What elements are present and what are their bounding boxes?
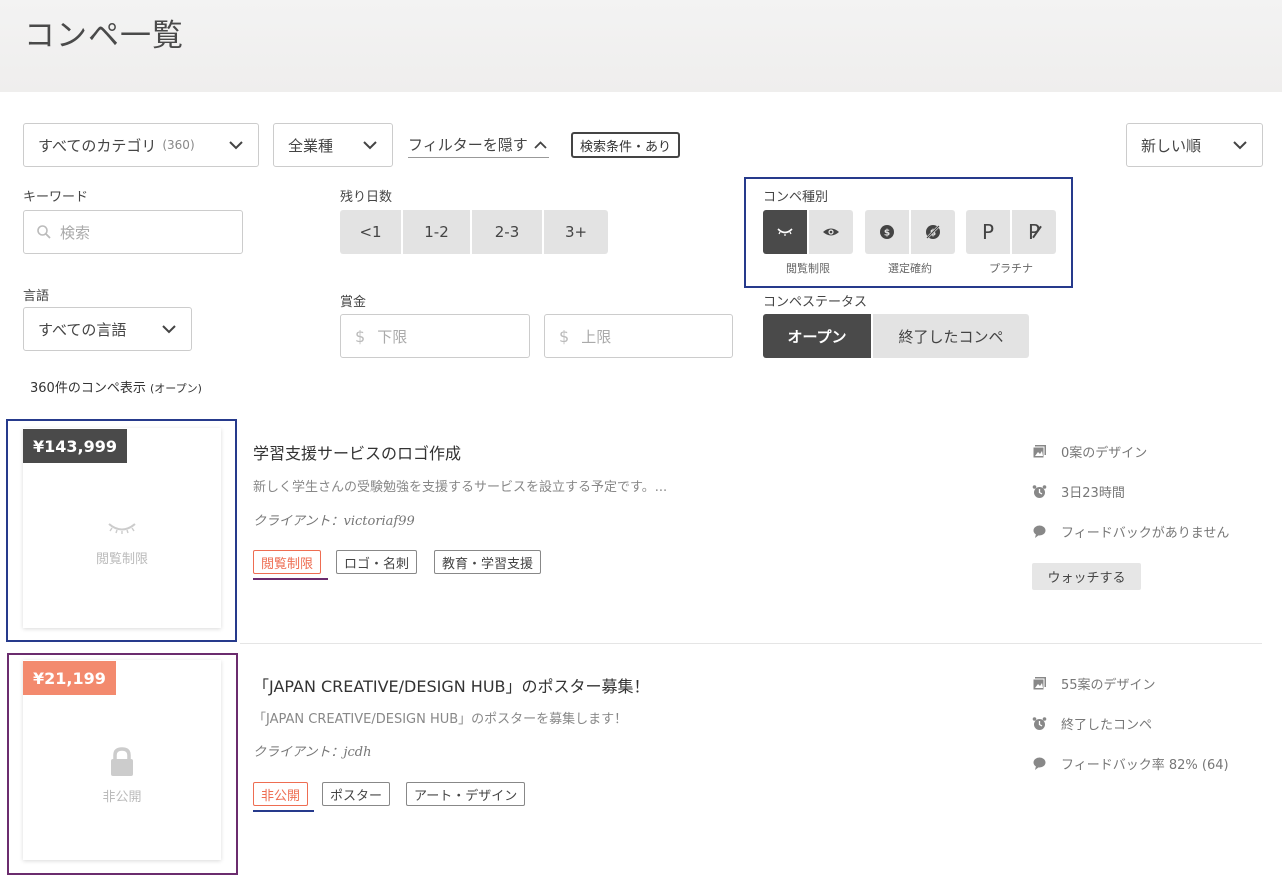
watch-button[interactable]: ウォッチする xyxy=(1032,563,1141,590)
sort-select[interactable]: 新しい順 xyxy=(1126,123,1263,167)
search-icon xyxy=(37,225,51,239)
category-select-label: すべてのカテゴリ xyxy=(38,136,157,155)
keyword-placeholder: 検索 xyxy=(60,223,91,242)
restricted-caption: 閲覧制限 xyxy=(786,262,830,275)
contest-client[interactable]: クライアント：jcdh xyxy=(253,741,372,760)
days-left-option[interactable]: 3+ xyxy=(544,210,608,254)
contest-title[interactable]: 学習支援サービスのロゴ作成 xyxy=(253,440,461,464)
tag-underline xyxy=(253,578,328,580)
guaranteed-caption: 選定確約 xyxy=(888,262,932,275)
restricted-view-toggle[interactable] xyxy=(763,210,807,254)
platinum-slash-icon: P xyxy=(1027,220,1042,244)
time-remaining: 終了したコンペ xyxy=(1032,714,1152,733)
chevron-down-icon xyxy=(162,325,176,334)
tag-restricted[interactable]: 閲覧制限 xyxy=(253,550,322,574)
days-left-option[interactable]: <1 xyxy=(340,210,401,254)
hide-filter-label: フィルターを隠す xyxy=(408,136,528,154)
speech-bubble-icon xyxy=(1033,525,1046,538)
status-closed-button[interactable]: 終了したコンペ xyxy=(873,314,1029,358)
results-count: 360件のコンペ表示 (オープン) xyxy=(30,381,202,396)
days-left-option[interactable]: 2-3 xyxy=(472,210,542,254)
page-title: コンペ一覧 xyxy=(24,18,184,54)
lock-icon xyxy=(111,746,133,776)
not-guaranteed-toggle[interactable]: $ xyxy=(911,210,955,254)
platinum-icon: P xyxy=(981,220,995,244)
platinum-caption: プラチナ xyxy=(989,262,1033,275)
prize-min-input[interactable]: $ 下限 xyxy=(340,314,530,358)
alarm-clock-icon xyxy=(1032,717,1047,730)
contest-description: 新しく学生さんの受験勉強を支援するサービスを設立する予定です。... xyxy=(253,480,668,495)
tag-category[interactable]: ロゴ・名刺 xyxy=(336,550,418,574)
industry-select-label: 全業種 xyxy=(288,136,334,155)
status-open-button[interactable]: オープン xyxy=(763,314,871,358)
prize-label: 賞金 xyxy=(340,295,367,310)
prize-max-input[interactable]: $ 上限 xyxy=(544,314,733,358)
gallery-icon xyxy=(1032,677,1046,691)
sort-select-label: 新しい順 xyxy=(1141,136,1202,155)
feedback-status: フィードバック率 82% (64) xyxy=(1032,754,1229,773)
tag-industry[interactable]: 教育・学習支援 xyxy=(434,550,542,574)
page-header xyxy=(0,0,1282,92)
contest-title[interactable]: 「JAPAN CREATIVE/DESIGN HUB」のポスター募集！ xyxy=(253,673,650,697)
thumbnail-label: 閲覧制限 xyxy=(95,551,148,567)
designs-count: 55案のデザイン xyxy=(1032,674,1156,693)
guaranteed-toggle[interactable]: $ xyxy=(865,210,909,254)
dollar-badge-slash-icon: $ xyxy=(926,225,940,239)
chevron-down-icon xyxy=(363,141,377,150)
contest-divider xyxy=(240,643,1262,644)
language-label: 言語 xyxy=(23,289,50,304)
tag-private[interactable]: 非公開 xyxy=(253,782,309,806)
closed-eye-icon xyxy=(108,522,136,534)
open-view-toggle[interactable] xyxy=(809,210,853,254)
feedback-status: フィードバックがありません xyxy=(1032,522,1229,541)
prize-badge: ¥21,199 xyxy=(23,661,116,695)
dollar-badge-icon: $ xyxy=(880,225,894,239)
language-select[interactable]: すべての言語 xyxy=(23,307,192,351)
gallery-icon xyxy=(1032,445,1046,459)
dollar-sign-icon: $ xyxy=(355,326,366,346)
tag-underline xyxy=(253,810,314,812)
search-condition-badge[interactable]: 検索条件・あり xyxy=(571,132,681,158)
closed-eye-icon xyxy=(777,228,793,236)
eye-icon xyxy=(823,228,839,236)
dollar-sign-icon: $ xyxy=(559,326,570,346)
non-platinum-toggle[interactable]: P xyxy=(1012,210,1056,254)
time-remaining: 3日23時間 xyxy=(1032,482,1125,501)
compe-type-label: コンペ種別 xyxy=(763,190,829,205)
tag-industry[interactable]: アート・デザイン xyxy=(406,782,526,806)
category-count: (360) xyxy=(162,138,195,152)
prize-badge: ¥143,999 xyxy=(23,429,128,463)
language-select-label: すべての言語 xyxy=(38,320,127,339)
hide-filter-link[interactable]: フィルターを隠す xyxy=(408,132,549,158)
days-left-label: 残り日数 xyxy=(340,190,393,205)
keyword-label: キーワード xyxy=(23,190,89,205)
chevron-down-icon xyxy=(1233,141,1247,150)
contest-client[interactable]: クライアント：victoriaf99 xyxy=(253,510,415,529)
speech-bubble-icon xyxy=(1033,757,1046,770)
prize-min-placeholder: 下限 xyxy=(377,327,408,346)
designs-count: 0案のデザイン xyxy=(1032,442,1147,461)
thumbnail-label: 非公開 xyxy=(102,789,142,805)
category-select[interactable]: すべてのカテゴリ (360) xyxy=(23,123,259,167)
prize-max-placeholder: 上限 xyxy=(581,327,612,346)
tag-category[interactable]: ポスター xyxy=(322,782,391,806)
chevron-up-icon xyxy=(534,140,547,149)
keyword-search-input[interactable]: 検索 xyxy=(23,210,243,254)
industry-select[interactable]: 全業種 xyxy=(273,123,393,167)
contest-description: 「JAPAN CREATIVE/DESIGN HUB」のポスターを募集します！ xyxy=(253,712,628,727)
alarm-clock-icon xyxy=(1032,485,1047,498)
days-left-option[interactable]: 1-2 xyxy=(403,210,470,254)
status-buttons: オープン 終了したコンペ xyxy=(763,314,1029,358)
svg-text:$: $ xyxy=(884,229,890,239)
status-label: コンペステータス xyxy=(763,295,868,310)
platinum-toggle[interactable]: P xyxy=(966,210,1010,254)
days-left-buttons: <1 1-2 2-3 3+ xyxy=(340,210,608,254)
chevron-down-icon xyxy=(229,141,243,150)
